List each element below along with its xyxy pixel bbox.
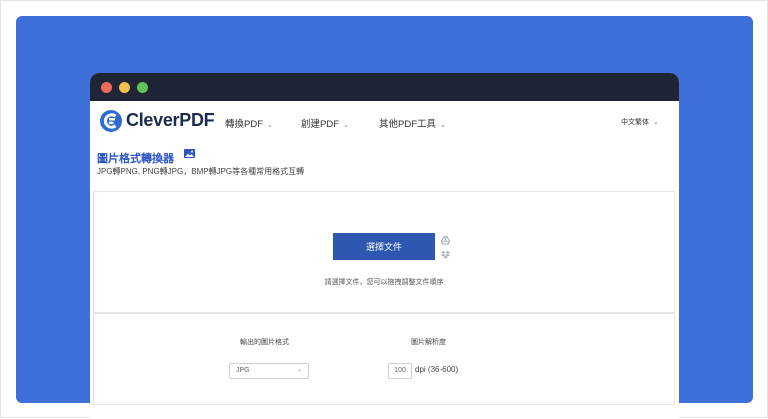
brand-name: CleverPDF xyxy=(126,110,215,130)
dpi-range-label: dpi (36-600) xyxy=(415,365,459,374)
close-window-button[interactable] xyxy=(101,82,112,93)
nav-other-tools-label: 其他PDF工具 xyxy=(379,119,437,130)
select-file-button[interactable]: 選擇文件 xyxy=(333,233,435,260)
conversion-options: 輸出的圖片格式 圖片解析度 JPG ⌄ 100 dpi (36-600) xyxy=(93,313,675,405)
maximize-window-button[interactable] xyxy=(137,82,148,93)
nav-create-pdf[interactable]: 創建PDF ⌄ xyxy=(301,116,349,130)
resolution-label: 圖片解析度 xyxy=(411,339,446,346)
language-selector[interactable]: 中文繁体 ⌄ xyxy=(621,117,659,127)
language-label: 中文繁体 xyxy=(621,119,649,126)
site-navbar: CleverPDF 轉換PDF ⌄ 創建PDF ⌄ 其他PDF工具 ⌄ 中文繁体 ⌄ xyxy=(90,101,679,143)
google-drive-icon[interactable] xyxy=(441,236,450,245)
dropbox-icon[interactable] xyxy=(441,250,450,259)
chevron-down-icon: ⌄ xyxy=(267,122,273,129)
nav-convert-pdf-label: 轉換PDF xyxy=(225,119,264,130)
nav-convert-pdf[interactable]: 轉換PDF ⌄ xyxy=(225,116,273,130)
chevron-down-icon: ⌄ xyxy=(440,122,446,129)
dpi-input[interactable]: 100 xyxy=(388,363,412,379)
nav-create-pdf-label: 創建PDF xyxy=(301,119,340,130)
page-subtitle: JPG轉PNG, PNG轉JPG，BMP轉JPG等各種常用格式互轉 xyxy=(97,167,305,176)
upload-panel: 選擇文件 請選擇文件，您可以拖拽調整文件順序 xyxy=(93,191,675,313)
chevron-down-icon: ⌄ xyxy=(653,119,659,126)
browser-window: CleverPDF 轉換PDF ⌄ 創建PDF ⌄ 其他PDF工具 ⌄ 中文繁体 ⌄ 圖… xyxy=(90,73,679,419)
page-header: 圖片格式轉換器 JPG轉PNG, PNG轉JPG，BMP轉JPG等各種常用格式互… xyxy=(97,149,304,176)
window-titlebar xyxy=(90,73,679,101)
format-select[interactable]: JPG ⌄ xyxy=(229,363,309,379)
upload-hint: 請選擇文件，您可以拖拽調整文件順序 xyxy=(324,279,444,286)
nav-other-tools[interactable]: 其他PDF工具 ⌄ xyxy=(379,116,446,130)
format-value: JPG xyxy=(236,367,250,374)
screenshot-frame: CleverPDF 轉換PDF ⌄ 創建PDF ⌄ 其他PDF工具 ⌄ 中文繁体 ⌄ 圖… xyxy=(0,0,768,419)
page-title: 圖片格式轉換器 xyxy=(97,153,174,165)
chevron-down-icon: ⌄ xyxy=(296,367,302,373)
image-icon xyxy=(184,149,195,158)
minimize-window-button[interactable] xyxy=(119,82,130,93)
site-logo[interactable]: CleverPDF xyxy=(99,109,215,135)
cleverpdf-logo-icon xyxy=(100,110,122,132)
chevron-down-icon: ⌄ xyxy=(343,122,349,129)
format-label: 輸出的圖片格式 xyxy=(240,339,289,346)
